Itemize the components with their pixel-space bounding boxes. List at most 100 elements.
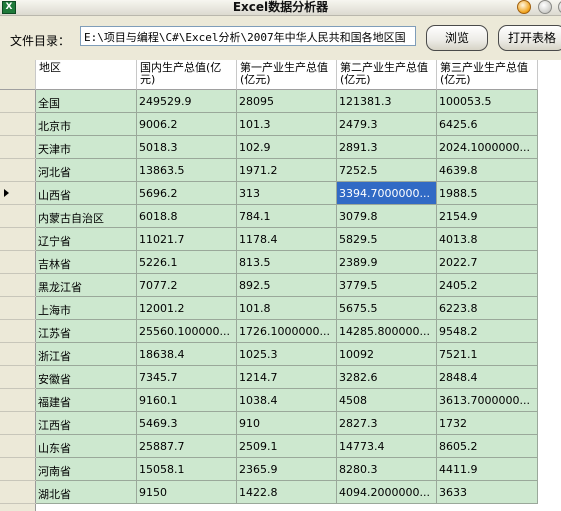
- table-cell[interactable]: 吉林省: [36, 251, 137, 274]
- row-header[interactable]: [0, 113, 36, 136]
- table-cell[interactable]: 8605.2: [437, 435, 538, 458]
- table-row[interactable]: 上海市 12001.2 101.8 5675.5 6223.8: [36, 297, 538, 320]
- table-row[interactable]: 全国 249529.9 28095 121381.3 100053.5: [36, 90, 538, 113]
- column-header-0[interactable]: 地区: [36, 60, 137, 90]
- column-header-4[interactable]: 第三产业生产总值(亿元): [437, 60, 538, 90]
- table-cell[interactable]: 3079.8: [337, 205, 437, 228]
- row-header[interactable]: [0, 389, 36, 412]
- table-row[interactable]: 浙江省 18638.4 1025.3 10092 7521.1: [36, 343, 538, 366]
- table-cell[interactable]: 3394.7000000...: [337, 182, 437, 205]
- table-cell[interactable]: 14285.800000...: [337, 320, 437, 343]
- table-row[interactable]: 内蒙古自治区 6018.8 784.1 3079.8 2154.9: [36, 205, 538, 228]
- table-cell[interactable]: 7252.5: [337, 159, 437, 182]
- grid-corner[interactable]: [0, 60, 36, 90]
- table-cell[interactable]: 892.5: [237, 274, 337, 297]
- table-cell[interactable]: 内蒙古自治区: [36, 205, 137, 228]
- table-row[interactable]: 江苏省 25560.100000... 1726.1000000... 14285.8…: [36, 320, 538, 343]
- row-header[interactable]: [0, 90, 36, 113]
- table-cell[interactable]: 6223.8: [437, 297, 538, 320]
- table-cell[interactable]: 1422.8: [237, 481, 337, 504]
- row-header[interactable]: [0, 412, 36, 435]
- table-cell[interactable]: 2891.3: [337, 136, 437, 159]
- table-cell[interactable]: 1732: [437, 412, 538, 435]
- table-cell[interactable]: 5018.3: [137, 136, 237, 159]
- table-row[interactable]: 山东省 25887.7 2509.1 14773.4 8605.2: [36, 435, 538, 458]
- table-cell[interactable]: 2389.9: [337, 251, 437, 274]
- table-row[interactable]: 安徽省 7345.7 1214.7 3282.6 2848.4: [36, 366, 538, 389]
- table-cell[interactable]: 25887.7: [137, 435, 237, 458]
- table-cell[interactable]: 1726.1000000...: [237, 320, 337, 343]
- table-cell[interactable]: 313: [237, 182, 337, 205]
- table-cell[interactable]: 5226.1: [137, 251, 237, 274]
- row-header[interactable]: [0, 182, 36, 205]
- table-cell[interactable]: 14773.4: [337, 435, 437, 458]
- row-header[interactable]: [0, 320, 36, 343]
- table-cell[interactable]: 安徽省: [36, 366, 137, 389]
- table-row[interactable]: 江西省 5469.3 910 2827.3 1732: [36, 412, 538, 435]
- table-cell[interactable]: 3779.5: [337, 274, 437, 297]
- table-cell[interactable]: 1178.4: [237, 228, 337, 251]
- row-header[interactable]: [0, 205, 36, 228]
- row-header[interactable]: [0, 228, 36, 251]
- table-cell[interactable]: 黑龙江省: [36, 274, 137, 297]
- table-cell[interactable]: 山西省: [36, 182, 137, 205]
- table-row[interactable]: 河南省 15058.1 2365.9 8280.3 4411.9: [36, 458, 538, 481]
- row-header[interactable]: [0, 297, 36, 320]
- table-cell[interactable]: 9006.2: [137, 113, 237, 136]
- table-cell[interactable]: 1038.4: [237, 389, 337, 412]
- table-cell[interactable]: 1025.3: [237, 343, 337, 366]
- column-header-1[interactable]: 国内生产总值(亿元): [137, 60, 237, 90]
- table-cell[interactable]: 3633: [437, 481, 538, 504]
- table-cell[interactable]: 2827.3: [337, 412, 437, 435]
- table-row[interactable]: 河北省 13863.5 1971.2 7252.5 4639.8: [36, 159, 538, 182]
- row-header[interactable]: [0, 435, 36, 458]
- table-cell[interactable]: 4508: [337, 389, 437, 412]
- table-cell[interactable]: 13863.5: [137, 159, 237, 182]
- table-cell[interactable]: 上海市: [36, 297, 137, 320]
- table-row[interactable]: 天津市 5018.3 102.9 2891.3 2024.1000000...: [36, 136, 538, 159]
- maximize-button[interactable]: [538, 0, 552, 14]
- table-row[interactable]: 湖北省 9150 1422.8 4094.2000000... 3633: [36, 481, 538, 504]
- row-header[interactable]: [0, 481, 36, 504]
- table-cell[interactable]: 15058.1: [137, 458, 237, 481]
- table-cell[interactable]: 3613.7000000...: [437, 389, 538, 412]
- table-cell[interactable]: 101.8: [237, 297, 337, 320]
- table-cell[interactable]: 6018.8: [137, 205, 237, 228]
- table-row[interactable]: 福建省 9160.1 1038.4 4508 3613.7000000...: [36, 389, 538, 412]
- table-row[interactable]: 吉林省 5226.1 813.5 2389.9 2022.7: [36, 251, 538, 274]
- row-header[interactable]: [0, 136, 36, 159]
- table-cell[interactable]: 4639.8: [437, 159, 538, 182]
- table-cell[interactable]: 12001.2: [137, 297, 237, 320]
- table-cell[interactable]: 北京市: [36, 113, 137, 136]
- table-cell[interactable]: 5696.2: [137, 182, 237, 205]
- table-row[interactable]: 北京市 9006.2 101.3 2479.3 6425.6: [36, 113, 538, 136]
- table-cell[interactable]: 7345.7: [137, 366, 237, 389]
- table-cell[interactable]: 河南省: [36, 458, 137, 481]
- table-cell[interactable]: 910: [237, 412, 337, 435]
- table-cell[interactable]: 9548.2: [437, 320, 538, 343]
- table-cell[interactable]: 5675.5: [337, 297, 437, 320]
- table-cell[interactable]: 25560.100000...: [137, 320, 237, 343]
- table-cell[interactable]: 江苏省: [36, 320, 137, 343]
- table-cell[interactable]: 7077.2: [137, 274, 237, 297]
- table-cell[interactable]: 山东省: [36, 435, 137, 458]
- table-cell[interactable]: 福建省: [36, 389, 137, 412]
- table-cell[interactable]: 2479.3: [337, 113, 437, 136]
- table-cell[interactable]: 江西省: [36, 412, 137, 435]
- table-cell[interactable]: 湖北省: [36, 481, 137, 504]
- table-cell[interactable]: 1214.7: [237, 366, 337, 389]
- table-cell[interactable]: 784.1: [237, 205, 337, 228]
- table-cell[interactable]: 9150: [137, 481, 237, 504]
- table-cell[interactable]: 2154.9: [437, 205, 538, 228]
- table-row[interactable]: 辽宁省 11021.7 1178.4 5829.5 4013.8: [36, 228, 538, 251]
- table-cell[interactable]: 102.9: [237, 136, 337, 159]
- table-cell[interactable]: 249529.9: [137, 90, 237, 113]
- table-cell[interactable]: 辽宁省: [36, 228, 137, 251]
- table-cell[interactable]: 4411.9: [437, 458, 538, 481]
- row-header[interactable]: [0, 159, 36, 182]
- table-cell[interactable]: 100053.5: [437, 90, 538, 113]
- table-cell[interactable]: 101.3: [237, 113, 337, 136]
- table-cell[interactable]: 7521.1: [437, 343, 538, 366]
- table-cell[interactable]: 6425.6: [437, 113, 538, 136]
- column-header-3[interactable]: 第二产业生产总值(亿元): [337, 60, 437, 90]
